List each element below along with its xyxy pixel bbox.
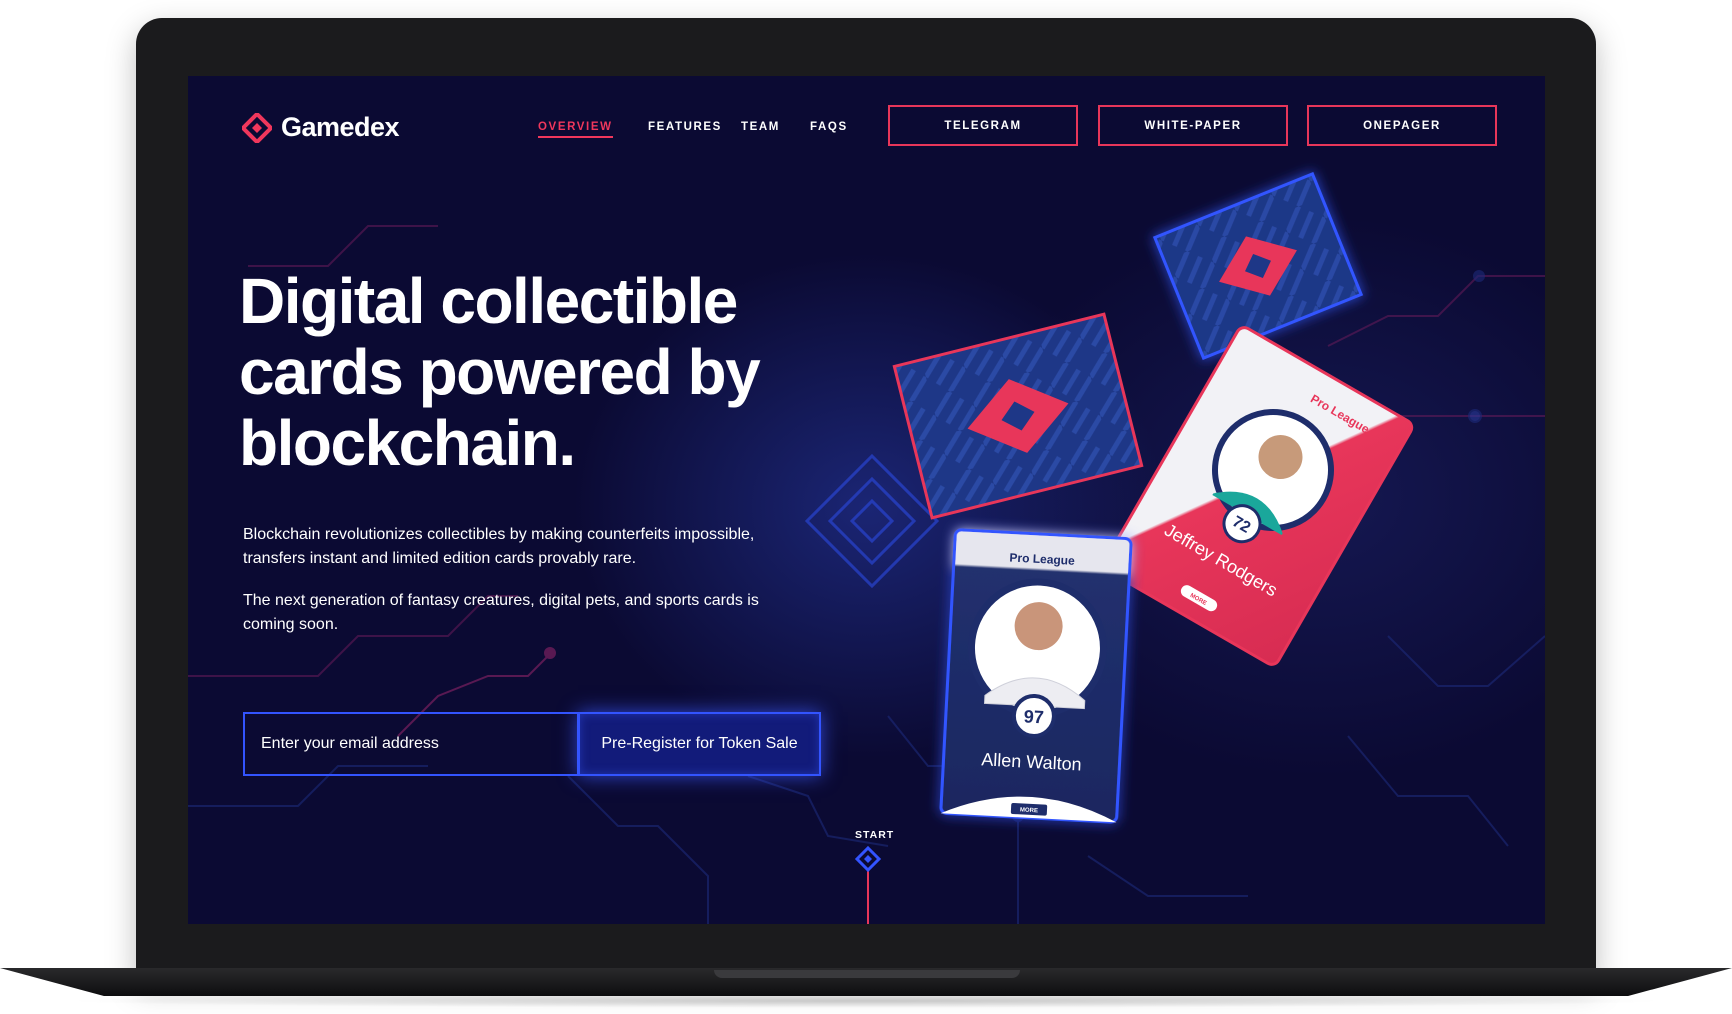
website-screen: Gamedex OVERVIEW FEATURES TEAM FAQS TELE… <box>188 76 1545 924</box>
laptop-shadow <box>60 994 1672 1008</box>
card-back-top <box>1152 171 1364 361</box>
card-back-left <box>892 312 1144 520</box>
front-card-more: MORE <box>1020 807 1038 814</box>
player-card-jeffrey-rodgers[interactable]: Pro League 72 Jeffrey Rodgers MORE <box>1101 325 1414 667</box>
player-card-allen-walton[interactable]: Pro League 97 Allen Walton MORE <box>939 528 1133 824</box>
laptop-notch <box>714 970 1020 978</box>
front-card-rating: 97 <box>1023 706 1044 727</box>
cards-illustration: Pro League 72 Jeffrey Rodgers MORE Pro L… <box>892 171 1414 824</box>
